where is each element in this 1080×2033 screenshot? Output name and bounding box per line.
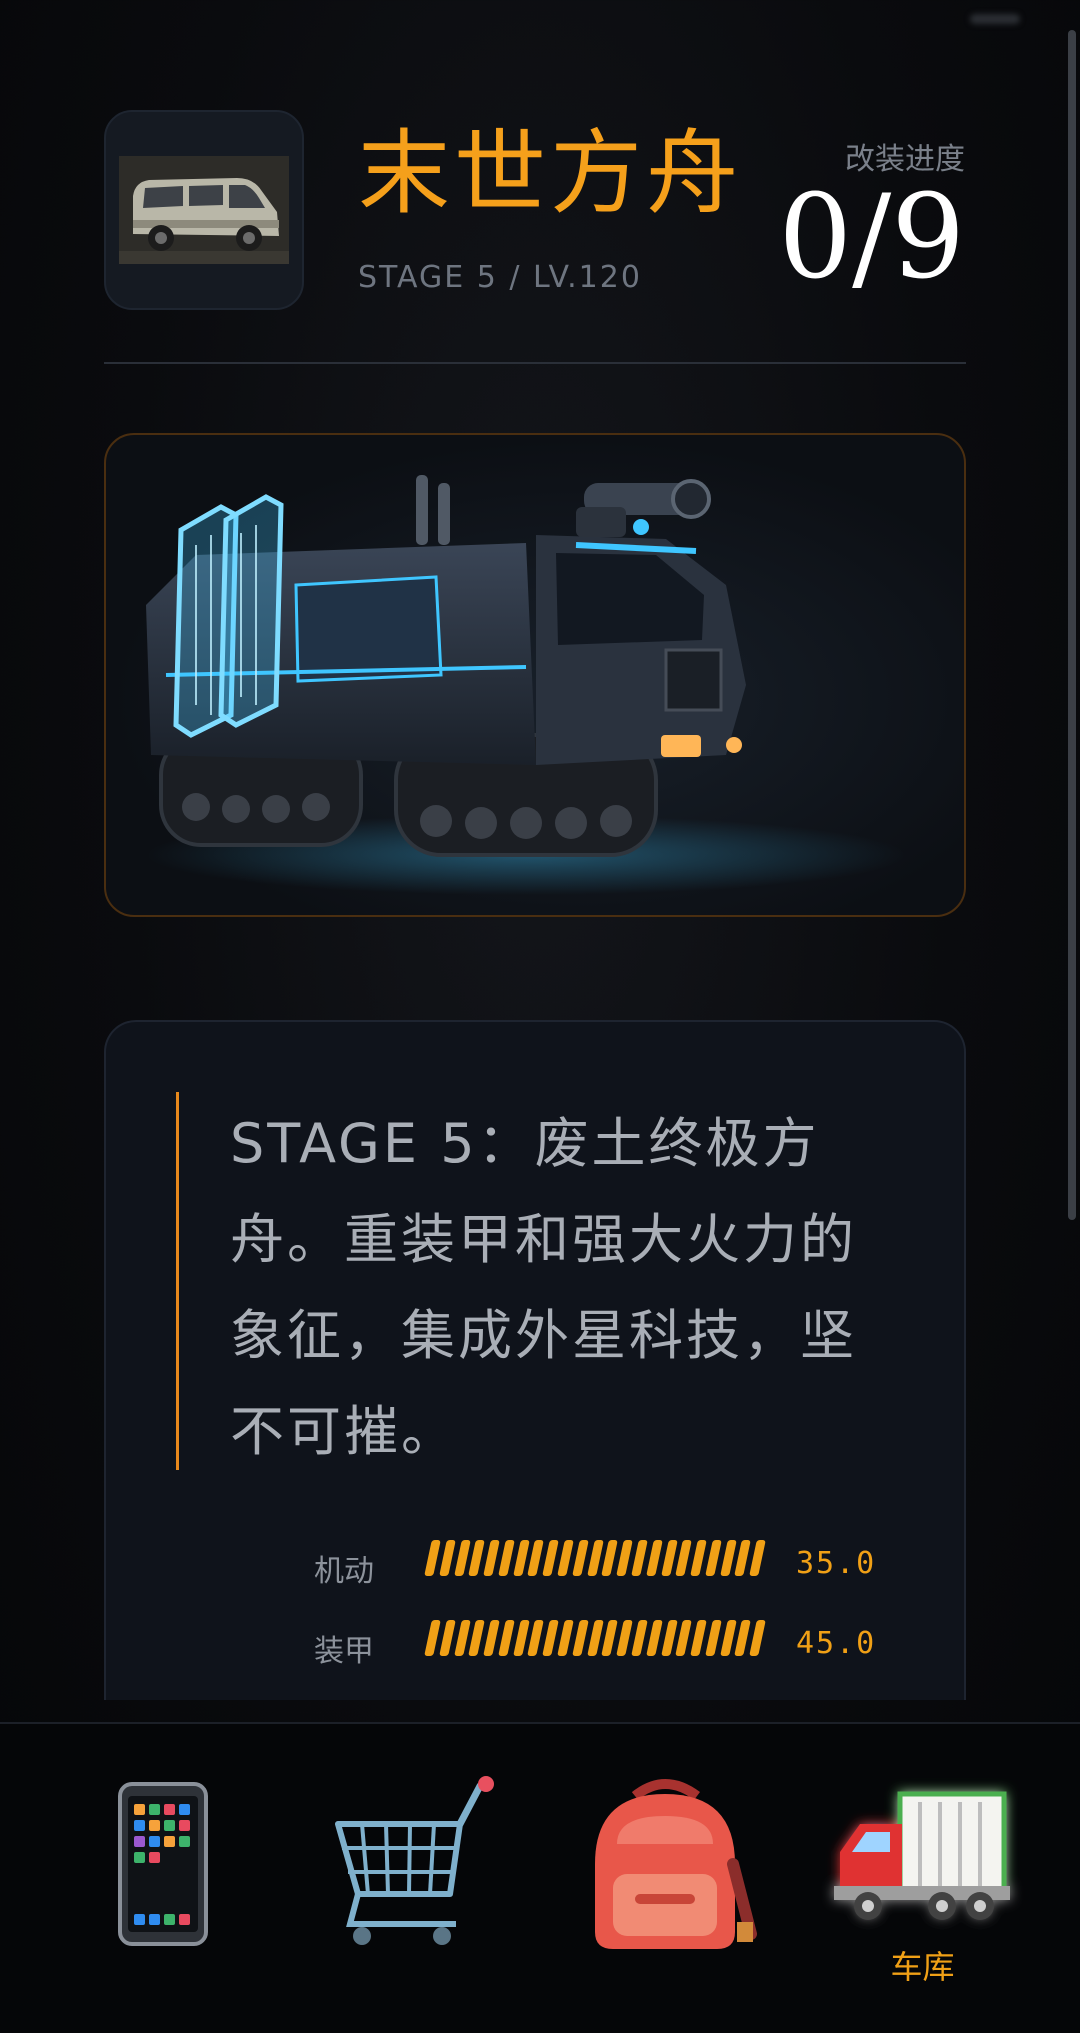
truck-icon	[834, 1791, 1010, 1920]
scrollbar[interactable]	[1068, 30, 1076, 1220]
vehicle-description-card: STAGE 5：废土终极方舟。重装甲和强大火力的象征，集成外星科技，坚不可摧。 …	[104, 1020, 966, 1700]
stat-value: 35.0	[796, 1546, 877, 1581]
header-divider	[104, 362, 966, 364]
vehicle-hero-image	[104, 433, 966, 917]
vehicle-title: 末世方舟	[358, 120, 743, 227]
stat-label: 机动	[314, 1554, 374, 1589]
backpack-icon	[595, 1779, 757, 1949]
vehicle-description: STAGE 5：废土终极方舟。重装甲和强大火力的象征，集成外星科技，坚不可摧。	[230, 1112, 857, 1463]
stat-value: 45.0	[796, 1626, 877, 1661]
vehicle-stage-level: STAGE 5 / LV.120	[358, 260, 642, 295]
stat-row-armor: 装甲 45.0	[106, 1620, 964, 1670]
stat-label: 装甲	[314, 1634, 374, 1669]
description-accent-bar	[176, 1092, 179, 1470]
phone-icon	[118, 1782, 208, 1946]
mod-progress-value: 0/9	[778, 170, 965, 305]
top-indicator	[970, 14, 1020, 24]
stat-row-mobility: 机动 35.0	[106, 1540, 964, 1590]
stat-bar	[424, 1620, 768, 1660]
armored-truck-icon	[146, 475, 906, 895]
van-icon	[119, 156, 289, 264]
vehicle-thumbnail[interactable]	[104, 110, 304, 310]
nav-item-garage[interactable]: 车库	[820, 1724, 1025, 2033]
bottom-nav: 车库	[0, 1722, 1080, 2033]
nav-item-shop[interactable]	[310, 1724, 515, 2033]
nav-item-backpack[interactable]	[565, 1724, 770, 2033]
nav-label-garage: 车库	[890, 1948, 955, 1986]
nav-item-phone[interactable]	[60, 1724, 265, 2033]
shopping-cart-icon	[335, 1776, 494, 1945]
stat-bar	[424, 1540, 768, 1580]
